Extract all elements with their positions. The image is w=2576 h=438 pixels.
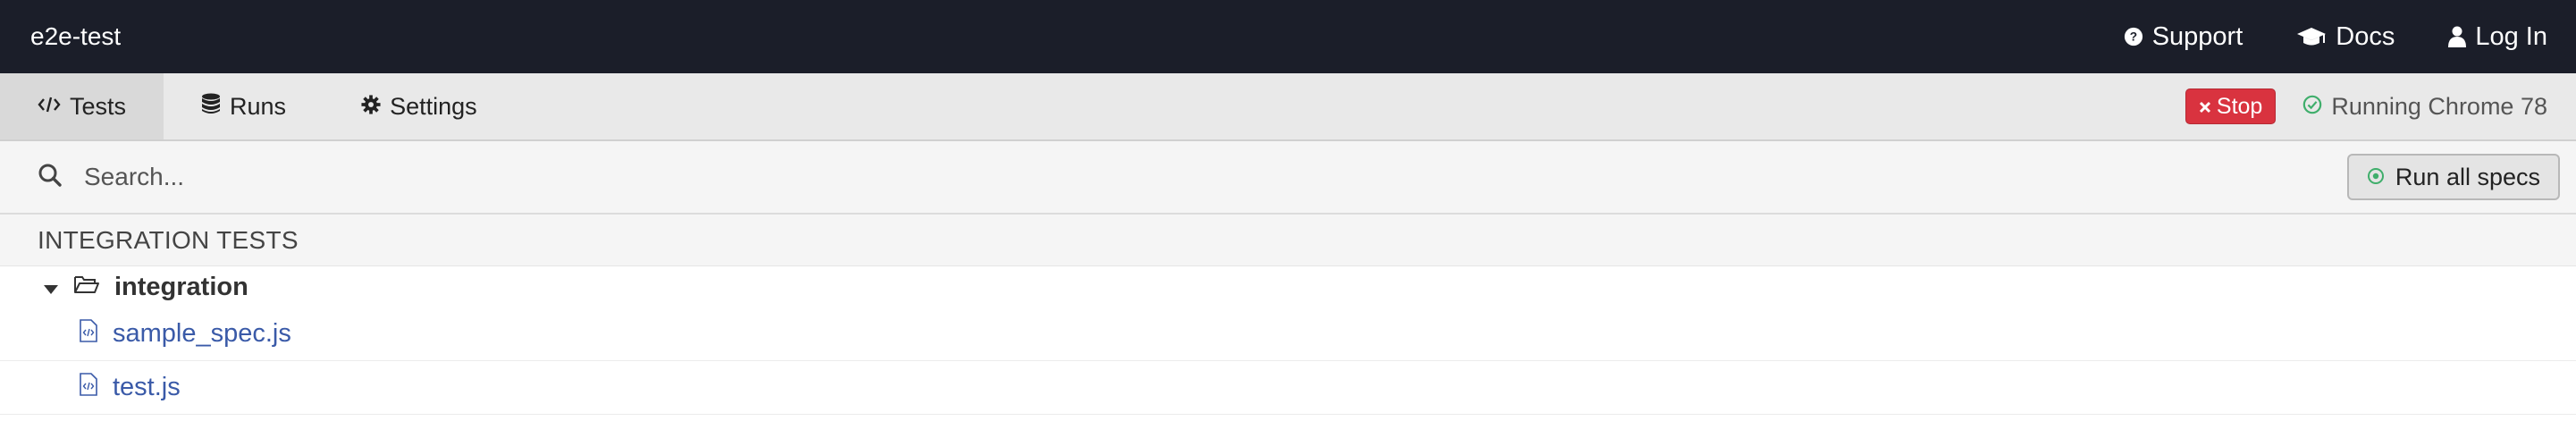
support-label: Support [2151,21,2243,51]
login-link[interactable]: Log In [2448,22,2547,52]
browser-status: Running Chrome 78 [2302,93,2547,121]
file-code-icon [79,372,98,403]
gear-icon [361,93,381,121]
stop-button[interactable]: Stop [2185,88,2277,124]
folder-open-icon [73,273,100,302]
tabs: Tests Runs Settings [0,73,515,139]
tab-tests[interactable]: Tests [0,73,164,139]
search-wrap [38,162,2347,192]
top-header: e2e-test ? Support Docs Log In [0,0,2576,73]
graduation-cap-icon [2296,26,2327,47]
tab-tests-label: Tests [70,92,127,120]
folder-row-integration[interactable]: integration [0,266,2576,307]
stop-button-label: Stop [2216,93,2263,119]
docs-link[interactable]: Docs [2296,22,2395,52]
tab-runs-label: Runs [230,92,287,120]
play-circle-icon [2367,164,2385,191]
tab-settings-label: Settings [390,92,477,120]
spec-file-name: sample_spec.js [113,319,291,348]
caret-down-icon [43,273,59,302]
folder-name: integration [114,272,248,301]
user-icon [2448,26,2467,47]
search-input[interactable] [82,162,801,192]
project-name: e2e-test [30,22,122,50]
close-icon [2199,94,2211,120]
file-code-icon [79,318,98,350]
top-nav: ? Support Docs Log In [2124,22,2547,52]
code-icon [38,93,61,121]
docs-label: Docs [2336,21,2395,51]
run-all-specs-button[interactable]: Run all specs [2346,154,2560,200]
spec-file-name: test.js [113,373,181,401]
section-header: INTEGRATION TESTS [0,215,2576,266]
search-icon [38,163,63,192]
login-label: Log In [2475,21,2547,51]
database-icon [201,93,221,121]
tab-settings[interactable]: Settings [324,73,515,139]
svg-text:?: ? [2130,30,2137,44]
search-bar: Run all specs [0,141,2576,215]
run-status-area: Stop Running Chrome 78 [2185,73,2576,139]
check-circle-icon [2302,93,2322,121]
browser-status-text: Running Chrome 78 [2331,92,2547,120]
run-all-specs-label: Run all specs [2395,163,2540,190]
question-circle-icon: ? [2124,27,2143,46]
tab-runs[interactable]: Runs [164,73,324,139]
spec-file-row[interactable]: sample_spec.js [0,307,2576,361]
support-link[interactable]: ? Support [2124,22,2243,52]
tab-bar: Tests Runs Settings Stop Running Chrome … [0,73,2576,141]
spec-file-row[interactable]: test.js [0,361,2576,415]
